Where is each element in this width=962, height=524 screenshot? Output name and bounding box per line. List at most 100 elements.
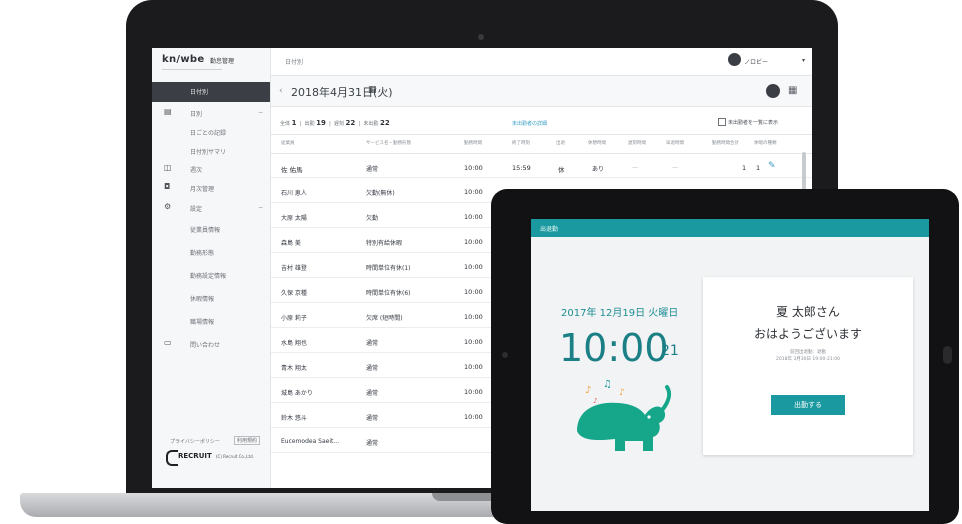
elephant-eye xyxy=(647,415,651,419)
collapse-icon[interactable]: − xyxy=(258,204,263,211)
clock-in-button[interactable]: 出勤する xyxy=(771,395,845,415)
employee-name[interactable]: Eucemodea Saeit... xyxy=(281,438,339,445)
column-header[interactable]: 遅刻時間 xyxy=(628,140,646,146)
next-date-icon[interactable]: › xyxy=(382,86,386,96)
sidebar-item-active[interactable]: 日付別 xyxy=(152,82,270,102)
start-time: 10:00 xyxy=(464,363,483,371)
app-logo-subtitle: 勤怠管理 xyxy=(210,58,235,65)
start-time: 10:00 xyxy=(464,238,483,246)
employee-name[interactable]: 城島 あかり xyxy=(281,388,313,397)
sidebar-item-leave[interactable]: 休暇情報 xyxy=(190,294,214,303)
music-note-icon: ♪ xyxy=(593,397,597,405)
work-type: 欠席 (短時間) xyxy=(366,315,403,322)
absent-details-link[interactable]: 未出勤者の詳細 xyxy=(512,120,547,127)
employee-name[interactable]: 大原 太陽 xyxy=(281,213,307,222)
sidebar-item-active-label: 日付別 xyxy=(190,89,209,96)
greeting-message: おはようございます xyxy=(753,327,862,341)
break: あり xyxy=(592,166,605,173)
sidebar-item-monthly[interactable]: 月次管理 xyxy=(190,184,214,193)
column-header[interactable]: 早退時間 xyxy=(666,140,684,146)
tablet-camera xyxy=(502,352,508,358)
column-header[interactable]: サービス名・勤務形態 xyxy=(366,140,411,146)
show-absent-checkbox[interactable] xyxy=(718,118,726,126)
work-type: 通常 xyxy=(366,415,379,422)
column-header[interactable]: 従業員 xyxy=(281,140,295,146)
sidebar-item-daily-summary[interactable]: 日付別サマリ xyxy=(190,147,226,156)
sidebar: kn/wbe 勤怠管理 日付別 ▤ 日別 − 日ごとの記録 日付別サマリ ◫ 週… xyxy=(152,48,271,488)
start-time: 10:00 xyxy=(464,188,483,196)
column-header[interactable]: 休憩時間 xyxy=(588,140,606,146)
summary-in-count: 19 xyxy=(316,119,326,127)
work-type: 特別有給休暇 xyxy=(366,240,403,247)
employee-name[interactable]: 久保 京種 xyxy=(281,288,307,297)
sidebar-item-work-settings[interactable]: 勤務設定情報 xyxy=(190,271,226,280)
user-name[interactable]: ノロビー xyxy=(744,57,768,66)
sidebar-item-contact[interactable]: 問い合わせ xyxy=(190,340,220,349)
employee-name[interactable]: 青木 翔太 xyxy=(281,363,307,372)
sidebar-item-workplace[interactable]: 職場情報 xyxy=(190,317,214,326)
column-header[interactable]: 終了時刻 xyxy=(512,140,530,146)
list-icon: ▤ xyxy=(164,107,172,116)
music-note-icon: ♫ xyxy=(603,379,612,390)
employee-name[interactable]: 佐 佑馬 xyxy=(281,164,303,174)
sidebar-item-work-patterns[interactable]: 勤務形態 xyxy=(190,248,214,257)
sidebar-item-settings[interactable]: 設定 xyxy=(190,204,202,213)
employee-greeting-name: 夏 太郎さん xyxy=(776,305,840,319)
employee-name[interactable]: 森島 美 xyxy=(281,238,301,247)
early: — xyxy=(672,164,678,171)
employee-name[interactable]: 石川 恵人 xyxy=(281,188,307,197)
column-header[interactable]: 勤務時間合計 xyxy=(712,140,739,146)
app-logo[interactable]: kn/wbe xyxy=(162,54,204,65)
work-type: 通常 xyxy=(366,340,379,347)
collapse-icon[interactable]: − xyxy=(258,109,263,116)
sidebar-item-weekly[interactable]: 週次 xyxy=(190,165,202,174)
summary-label-late: 遅刻 xyxy=(333,121,344,127)
terms-button[interactable]: 利用規約 xyxy=(234,436,261,445)
copyright-text: (C) Recruit Co.,Ltd. xyxy=(216,454,254,459)
work-type: 通常 xyxy=(366,440,379,447)
column-header[interactable]: 出退 xyxy=(556,140,565,146)
view-toggle-icon[interactable] xyxy=(766,84,780,98)
sidebar-item-daily-records[interactable]: 日ごとの記録 xyxy=(190,128,226,137)
calendar-icon[interactable]: ▦ xyxy=(368,85,377,95)
summary-label-all: 全体 xyxy=(280,121,291,127)
work-type: 時間単位有休(6) xyxy=(366,290,411,297)
summary-label-in: 出勤 xyxy=(304,121,315,127)
employee-name[interactable]: 吉村 雄登 xyxy=(281,263,307,272)
sidebar-item-employees[interactable]: 従業員情報 xyxy=(190,225,220,234)
summary-all-count: 1 xyxy=(291,119,297,127)
grid-view-icon[interactable]: ▦ xyxy=(788,85,797,96)
calendar-month-icon: ◘ xyxy=(164,182,171,191)
prev-date-icon[interactable]: ‹ xyxy=(279,86,283,96)
work-type: 欠勤 xyxy=(366,215,379,222)
column-header[interactable]: 休暇の種類 xyxy=(754,140,777,146)
edit-pencil-icon[interactable]: ✎ xyxy=(768,161,776,171)
employee-name[interactable]: 鈴木 悠斗 xyxy=(281,413,307,422)
music-note-icon: ♪ xyxy=(585,385,591,396)
column-header[interactable]: 勤務時間 xyxy=(464,140,482,146)
work-type: 通常 xyxy=(366,390,379,397)
clock-time: 10:00 xyxy=(559,326,669,370)
work-type: 時間単位有休(1) xyxy=(366,265,411,272)
sidebar-item-daily[interactable]: 日別 xyxy=(190,109,202,118)
employee-name[interactable]: 水島 翔也 xyxy=(281,338,307,347)
start-time: 10:00 xyxy=(464,164,483,172)
employee-name[interactable]: 小原 莉子 xyxy=(281,313,307,322)
gear-icon: ⚙ xyxy=(164,202,172,211)
start-time: 10:00 xyxy=(464,388,483,396)
work-type: 通常 xyxy=(366,166,379,173)
logo-divider xyxy=(162,69,222,70)
privacy-policy-link[interactable]: プライバシーポリシー xyxy=(170,438,220,445)
work-type: 欠勤(無休) xyxy=(366,190,395,197)
start-time: 10:00 xyxy=(464,338,483,346)
user-avatar-icon[interactable] xyxy=(728,53,741,66)
chevron-down-icon[interactable]: ▾ xyxy=(802,57,805,64)
extra: 1 xyxy=(756,164,761,172)
summary-absent-count: 22 xyxy=(379,119,390,127)
tablet-home-button[interactable] xyxy=(943,346,952,364)
calendar-week-icon: ◫ xyxy=(164,163,172,172)
table-row[interactable] xyxy=(271,153,812,178)
elephant-mascot-icon: ♪ ♫ ♪ ♪ xyxy=(577,379,672,451)
laptop-camera xyxy=(478,34,484,40)
clock-date: 2017年 12月19日 火曜日 xyxy=(561,308,679,319)
